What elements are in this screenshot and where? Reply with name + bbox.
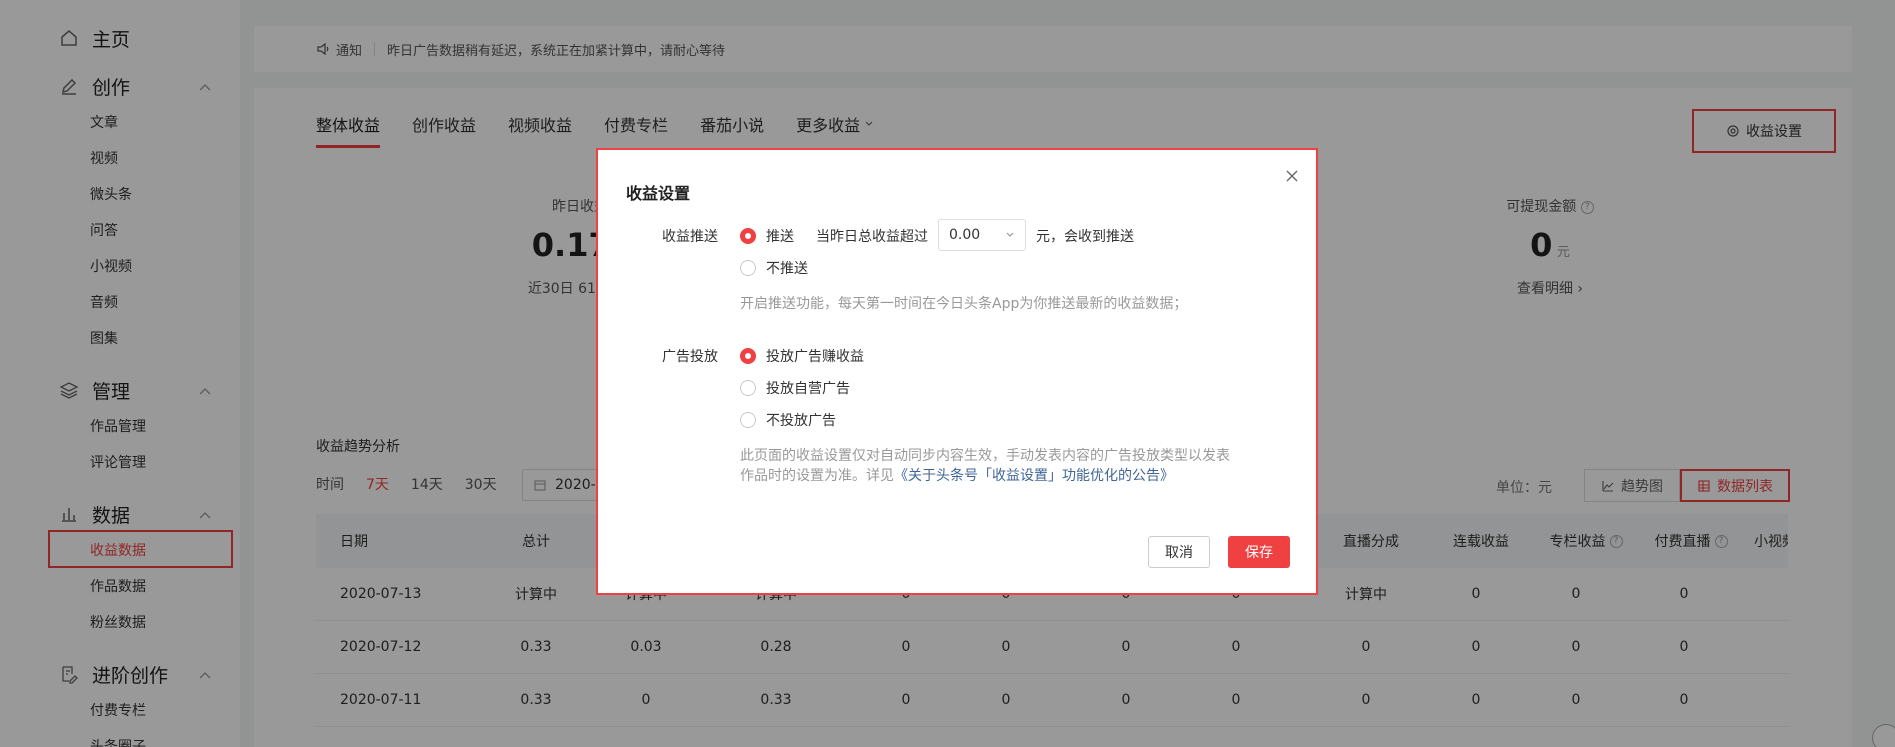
announcement-link[interactable]: 《关于头条号「收益设置」功能优化的公告》 <box>894 468 1174 484</box>
push-label: 收益推送 <box>662 229 718 245</box>
ads-label: 广告投放 <box>662 349 718 365</box>
ads-hint-line2-text: 作品时的设置为准。详见 <box>740 468 894 484</box>
radio-ads-self[interactable]: 投放自营广告 <box>740 378 850 398</box>
threshold-suffix: 元，会收到推送 <box>1036 229 1134 245</box>
modal-title: 收益设置 <box>626 184 691 203</box>
radio-push-on-label: 推送 <box>766 229 794 245</box>
radio-unchecked-icon <box>740 260 756 276</box>
ads-hint-line2: 作品时的设置为准。详见《关于头条号「收益设置」功能优化的公告》 <box>740 466 1260 486</box>
radio-push-off-label: 不推送 <box>766 261 808 277</box>
radio-ads-none-label: 不投放广告 <box>766 413 836 429</box>
save-button[interactable]: 保存 <box>1228 536 1290 568</box>
cancel-button[interactable]: 取消 <box>1148 536 1210 568</box>
radio-checked-icon <box>740 348 756 364</box>
radio-ads-platform[interactable]: 投放广告赚收益 <box>740 346 864 366</box>
close-icon[interactable] <box>1282 166 1302 186</box>
radio-push-on[interactable]: 推送 <box>740 226 794 246</box>
push-hint: 开启推送功能，每天第一时间在今日头条App为你推送最新的收益数据； <box>740 296 1188 312</box>
chevron-down-icon <box>1005 230 1015 240</box>
threshold-value: 0.00 <box>949 227 981 243</box>
ads-hint: 此页面的收益设置仅对自动同步内容生效，手动发表内容的广告投放类型以发表 作品时的… <box>740 446 1260 486</box>
threshold-prefix: 当昨日总收益超过 <box>816 229 928 245</box>
threshold-select[interactable]: 0.00 <box>938 219 1026 251</box>
radio-ads-platform-label: 投放广告赚收益 <box>766 349 864 365</box>
radio-checked-icon <box>740 228 756 244</box>
radio-ads-none[interactable]: 不投放广告 <box>740 410 836 430</box>
radio-push-off[interactable]: 不推送 <box>740 258 808 278</box>
revenue-settings-modal: 收益设置 收益推送 推送 当昨日总收益超过 0.00 元，会收到推送 不推送 开… <box>596 148 1318 595</box>
radio-unchecked-icon <box>740 380 756 396</box>
radio-ads-self-label: 投放自营广告 <box>766 381 850 397</box>
radio-unchecked-icon <box>740 412 756 428</box>
ads-hint-line1: 此页面的收益设置仅对自动同步内容生效，手动发表内容的广告投放类型以发表 <box>740 448 1230 464</box>
